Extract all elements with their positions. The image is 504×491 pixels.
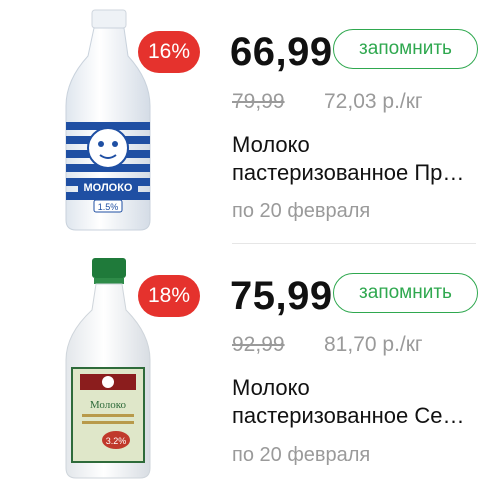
old-price: 92,99	[232, 333, 285, 356]
discount-badge: 16%	[138, 31, 200, 73]
product-name-line: пастеризованное Пр…	[232, 160, 465, 185]
remember-button[interactable]: запомнить	[333, 29, 478, 69]
unit-price: 81,70 р./кг	[324, 333, 423, 356]
product-name-line: Молоко	[232, 132, 310, 157]
product-name[interactable]: Молоко пастеризованное Се…	[232, 374, 484, 430]
unit-price: 72,03 р./кг	[324, 90, 423, 113]
card-divider	[232, 243, 476, 244]
product-card[interactable]: МОЛОКО 1.5% 16% 66,99 запомнить 79,99 72…	[0, 0, 504, 240]
offer-valid-until: по 20 февраля	[232, 444, 371, 466]
product-name-line: пастеризованное Се…	[232, 403, 465, 428]
current-price: 66,99	[230, 30, 333, 74]
svg-text:Молоко: Молоко	[90, 399, 127, 411]
product-name[interactable]: Молоко пастеризованное Пр…	[232, 131, 484, 187]
svg-text:3.2%: 3.2%	[106, 436, 127, 446]
svg-text:1.5%: 1.5%	[98, 202, 119, 212]
product-card[interactable]: Молоко 3.2% 18% 75,99 запомнить 92,99 81…	[0, 248, 504, 488]
old-price: 79,99	[232, 90, 285, 113]
discount-badge: 18%	[138, 275, 200, 317]
offer-valid-until: по 20 февраля	[232, 200, 371, 222]
remember-button[interactable]: запомнить	[333, 273, 478, 313]
current-price: 75,99	[230, 274, 333, 318]
svg-text:МОЛОКО: МОЛОКО	[84, 182, 133, 194]
product-name-line: Молоко	[232, 375, 310, 400]
